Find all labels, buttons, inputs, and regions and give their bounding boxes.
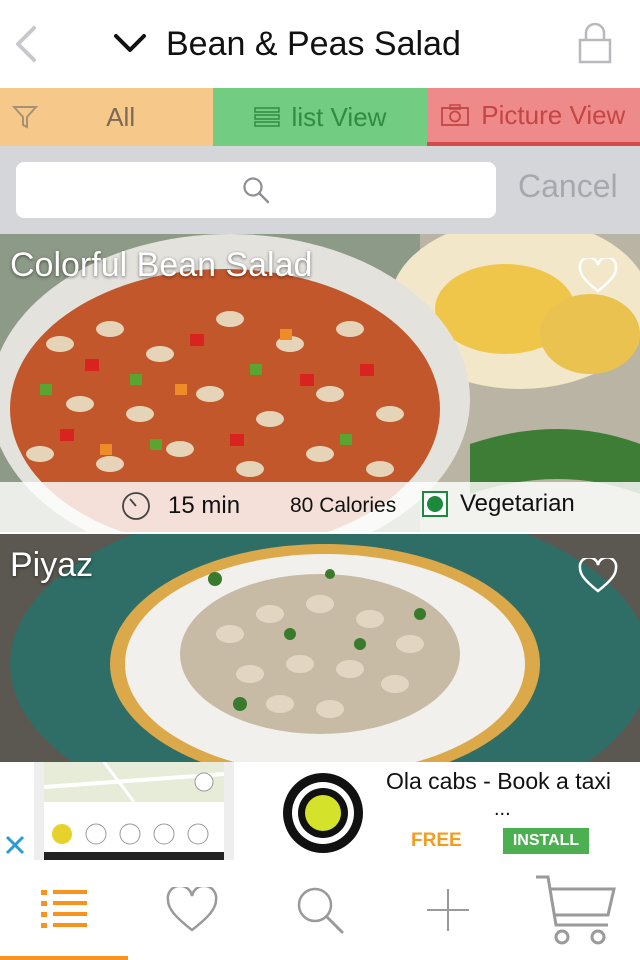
heart-icon <box>166 887 218 932</box>
tab-picture-view-label: Picture View <box>481 99 626 130</box>
tab-shopping-cart[interactable] <box>512 860 640 960</box>
ad-price: FREE <box>411 830 462 851</box>
recipe-info-bar: 15 min 80 Calories Vegetarian <box>0 482 640 532</box>
recipe-title: Colorful Bean Salad <box>10 246 313 284</box>
tab-favorites[interactable] <box>128 860 256 960</box>
search-bar: Cancel <box>0 146 640 234</box>
tab-all[interactable]: All <box>0 88 214 146</box>
filter-icon <box>12 106 38 129</box>
search-icon <box>243 177 270 204</box>
ad-close-icon[interactable] <box>0 830 30 860</box>
diet-label: Vegetarian <box>460 490 575 517</box>
timer-icon <box>122 492 150 520</box>
cook-time: 15 min <box>120 490 240 522</box>
camera-icon <box>441 104 470 126</box>
diet-badge: Vegetarian <box>422 490 575 518</box>
ad-banner[interactable]: Ola cabs - Book a taxi ... FREE INSTALL <box>0 762 640 860</box>
tab-search[interactable] <box>256 860 384 960</box>
title-dropdown[interactable]: Bean & Peas Salad <box>110 22 461 66</box>
ad-map-image <box>44 762 224 860</box>
favorite-heart-icon[interactable] <box>578 558 618 594</box>
back-chevron-icon[interactable] <box>10 22 40 66</box>
nav-header: Bean & Peas Salad <box>0 0 640 88</box>
recipe-title: Piyaz <box>10 546 94 584</box>
install-button[interactable]: INSTALL <box>503 828 589 854</box>
search-icon <box>297 887 344 934</box>
list-lines-icon <box>253 107 280 127</box>
tab-add[interactable] <box>384 860 512 960</box>
tab-list-view[interactable]: list View <box>213 88 427 146</box>
filter-tabs: All list View Picture View <box>0 88 640 146</box>
cancel-button[interactable]: Cancel <box>518 168 618 205</box>
search-input[interactable] <box>16 162 496 218</box>
lock-icon[interactable] <box>578 22 612 64</box>
ad-title: Ola cabs - Book a taxi <box>386 768 611 794</box>
plus-icon <box>427 889 469 931</box>
tab-picture-view[interactable]: Picture View <box>426 88 640 146</box>
calories: 80 Calories <box>290 494 397 517</box>
recipe-card[interactable]: Piyaz <box>0 534 640 762</box>
bottom-tab-bar <box>0 860 640 960</box>
recipe-photo <box>0 534 640 762</box>
cart-icon <box>536 875 616 945</box>
tab-all-label: All <box>106 101 136 132</box>
page-title: Bean & Peas Salad <box>166 24 461 63</box>
tab-list-view-label: list View <box>291 101 387 132</box>
cook-time-value: 15 min <box>168 492 241 519</box>
chevron-down-icon <box>114 34 146 52</box>
recipe-card[interactable]: Colorful Bean Salad 15 min 80 Calories V… <box>0 234 640 532</box>
ad-ellipsis: ... <box>494 798 511 820</box>
tab-recipe-list[interactable] <box>0 860 128 960</box>
list-icon <box>41 890 87 928</box>
favorite-heart-icon[interactable] <box>578 258 618 294</box>
ad-app-screenshot <box>34 762 234 860</box>
ola-logo-icon <box>278 768 368 858</box>
veg-symbol-icon <box>422 491 448 517</box>
